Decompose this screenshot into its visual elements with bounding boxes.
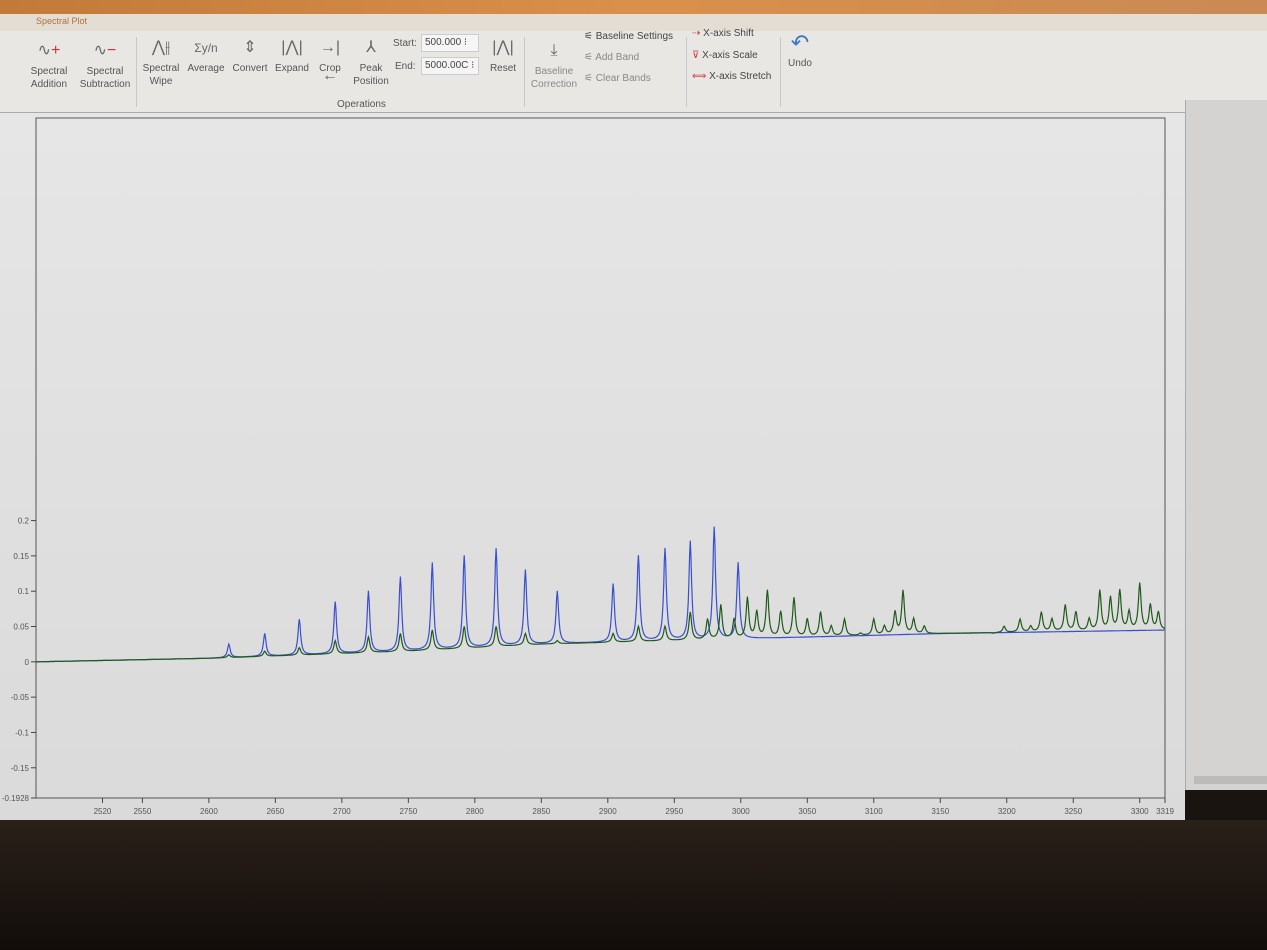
convert-icon: ⇕ (243, 39, 257, 56)
spectral-addition-icon: ∿+ (37, 42, 61, 59)
x-tick-label: 2520 (94, 807, 112, 816)
y-tick-label: -0.05 (11, 693, 30, 702)
expand-icon: |⋀| (281, 39, 303, 56)
xaxis-scale-button[interactable]: ⊽ X-axis Scale (692, 50, 758, 61)
spectrum-chart[interactable]: 2520 2550 2600 2650 2700 2750 2800 2850 2900 2950… (0, 113, 1185, 830)
y-tick-label: 0.15 (13, 552, 29, 561)
start-input[interactable]: 500.000 ⁝ (421, 34, 479, 52)
crop-button[interactable]: →|← Crop (314, 34, 346, 84)
spectral-addition-button[interactable]: ∿+ Spectral Addition (26, 37, 72, 91)
spectral-wipe-icon: ⋀⫲ (151, 39, 171, 56)
x-tick-label: 2950 (665, 807, 683, 816)
x-tick-label: 2800 (466, 807, 484, 816)
x-tick-label: 3000 (732, 807, 750, 816)
monitor-bezel (0, 820, 1267, 950)
end-label: End: (395, 61, 416, 72)
xaxis-stretch-button[interactable]: ⟺ X-axis Stretch (692, 71, 771, 82)
x-tick-label: 2700 (333, 807, 351, 816)
reset-button[interactable]: |⋀| Reset (486, 34, 520, 75)
operations-group-label: Operations (337, 99, 386, 110)
y-tick-label: 0 (25, 658, 30, 667)
tab-spectral-plot[interactable]: Spectral Plot (36, 16, 87, 26)
baseline-settings-button[interactable]: ⚟ Baseline Settings (584, 31, 673, 42)
average-button[interactable]: Σy/n Average (184, 34, 228, 75)
y-tick-label: -0.15 (11, 764, 30, 773)
x-tick-label: 3050 (798, 807, 816, 816)
spectral-wipe-button[interactable]: ⋀⫲ Spectral Wipe (140, 34, 182, 88)
x-tick-label: 2650 (266, 807, 284, 816)
peak-position-button[interactable]: ⅄ Peak Position (350, 34, 392, 88)
x-tick-label: 2750 (399, 807, 417, 816)
peak-position-icon: ⅄ (366, 39, 376, 56)
x-tick-label: 3300 (1131, 807, 1149, 816)
crop-icon: →|← (319, 39, 341, 84)
y-tick-label: 0.05 (13, 623, 29, 632)
divider (686, 37, 687, 107)
expand-button[interactable]: |⋀| Expand (272, 34, 312, 75)
spectral-plot-area[interactable]: 2520 2550 2600 2650 2700 2750 2800 2850 2900 2950… (0, 113, 1185, 830)
spectrum-series-2 (36, 582, 1166, 663)
y-tick-label: -0.1 (15, 728, 29, 737)
clear-bands-button[interactable]: ⚟ Clear Bands (584, 73, 651, 84)
x-tick-label: 2600 (200, 807, 218, 816)
x-tick-label: 3200 (998, 807, 1016, 816)
add-band-button[interactable]: ⚟ Add Band (584, 52, 639, 63)
x-tick-label: 3150 (931, 807, 949, 816)
divider (780, 37, 781, 107)
horizontal-scrollbar[interactable] (1194, 776, 1267, 784)
x-tick-label: 3250 (1064, 807, 1082, 816)
baseline-correction-icon: ⤓ (550, 42, 558, 59)
x-tick-label: 2850 (532, 807, 550, 816)
undo-icon: ↶ (790, 30, 810, 55)
xaxis-shift-button[interactable]: ⇢ X-axis Shift (692, 28, 754, 39)
end-input[interactable]: 5000.00C ⁝ (421, 57, 479, 75)
divider (524, 37, 525, 107)
divider (136, 37, 137, 107)
y-tick-label: 0.1 (18, 587, 30, 596)
ribbon-toolbar: ∿+ Spectral Addition ∿− Spectral Subtracti… (0, 28, 1267, 113)
spectral-subtraction-button[interactable]: ∿− Spectral Subtraction (76, 37, 134, 91)
start-label: Start: (393, 38, 417, 49)
x-tick-label: 3100 (865, 807, 883, 816)
y-tick-label: -0.1928 (2, 794, 30, 803)
undo-button[interactable]: ↶ Undo (784, 29, 816, 70)
spectrum-series-1 (36, 526, 1165, 663)
y-tick-label: 0.2 (18, 517, 30, 526)
reset-icon: |⋀| (492, 39, 514, 56)
convert-button[interactable]: ⇕ Convert (229, 34, 271, 75)
spectral-subtraction-icon: ∿− (93, 42, 117, 59)
average-icon: Σy/n (194, 41, 218, 55)
x-tick-label: 2550 (133, 807, 151, 816)
x-tick-label: 2900 (599, 807, 617, 816)
baseline-correction-button[interactable]: ⤓ Baseline Correction (527, 37, 581, 91)
x-tick-label: 3319 (1156, 807, 1174, 816)
side-panel (1185, 100, 1267, 790)
plot-frame (35, 117, 1166, 799)
ribbon-tab-bar: Spectral Plot (0, 14, 1267, 32)
